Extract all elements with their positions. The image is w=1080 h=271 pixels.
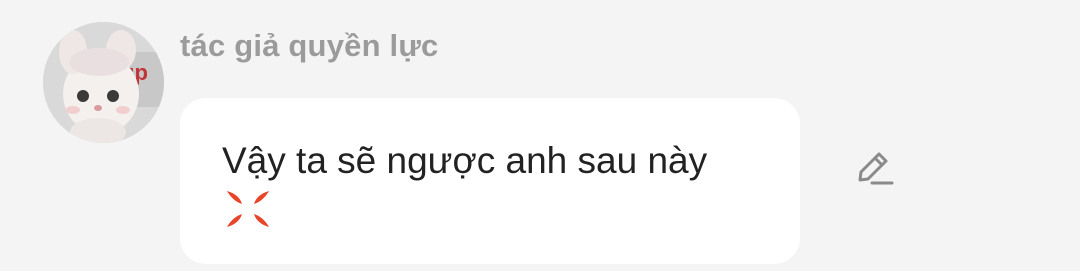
message-bubble: Vậy ta sẽ ngược anh sau này [180,98,800,264]
pencil-edit-icon [858,152,894,185]
message-content: Vậy ta sẽ ngược anh sau này [222,136,722,244]
message-text: Vậy ta sẽ ngược anh sau này [222,140,708,181]
cat-avatar-icon: up [43,22,164,143]
author-name: tác giả quyền lực [180,28,439,63]
avatar[interactable]: up [43,22,164,143]
anger-symbol-icon [224,187,272,244]
edit-button[interactable] [846,140,902,196]
